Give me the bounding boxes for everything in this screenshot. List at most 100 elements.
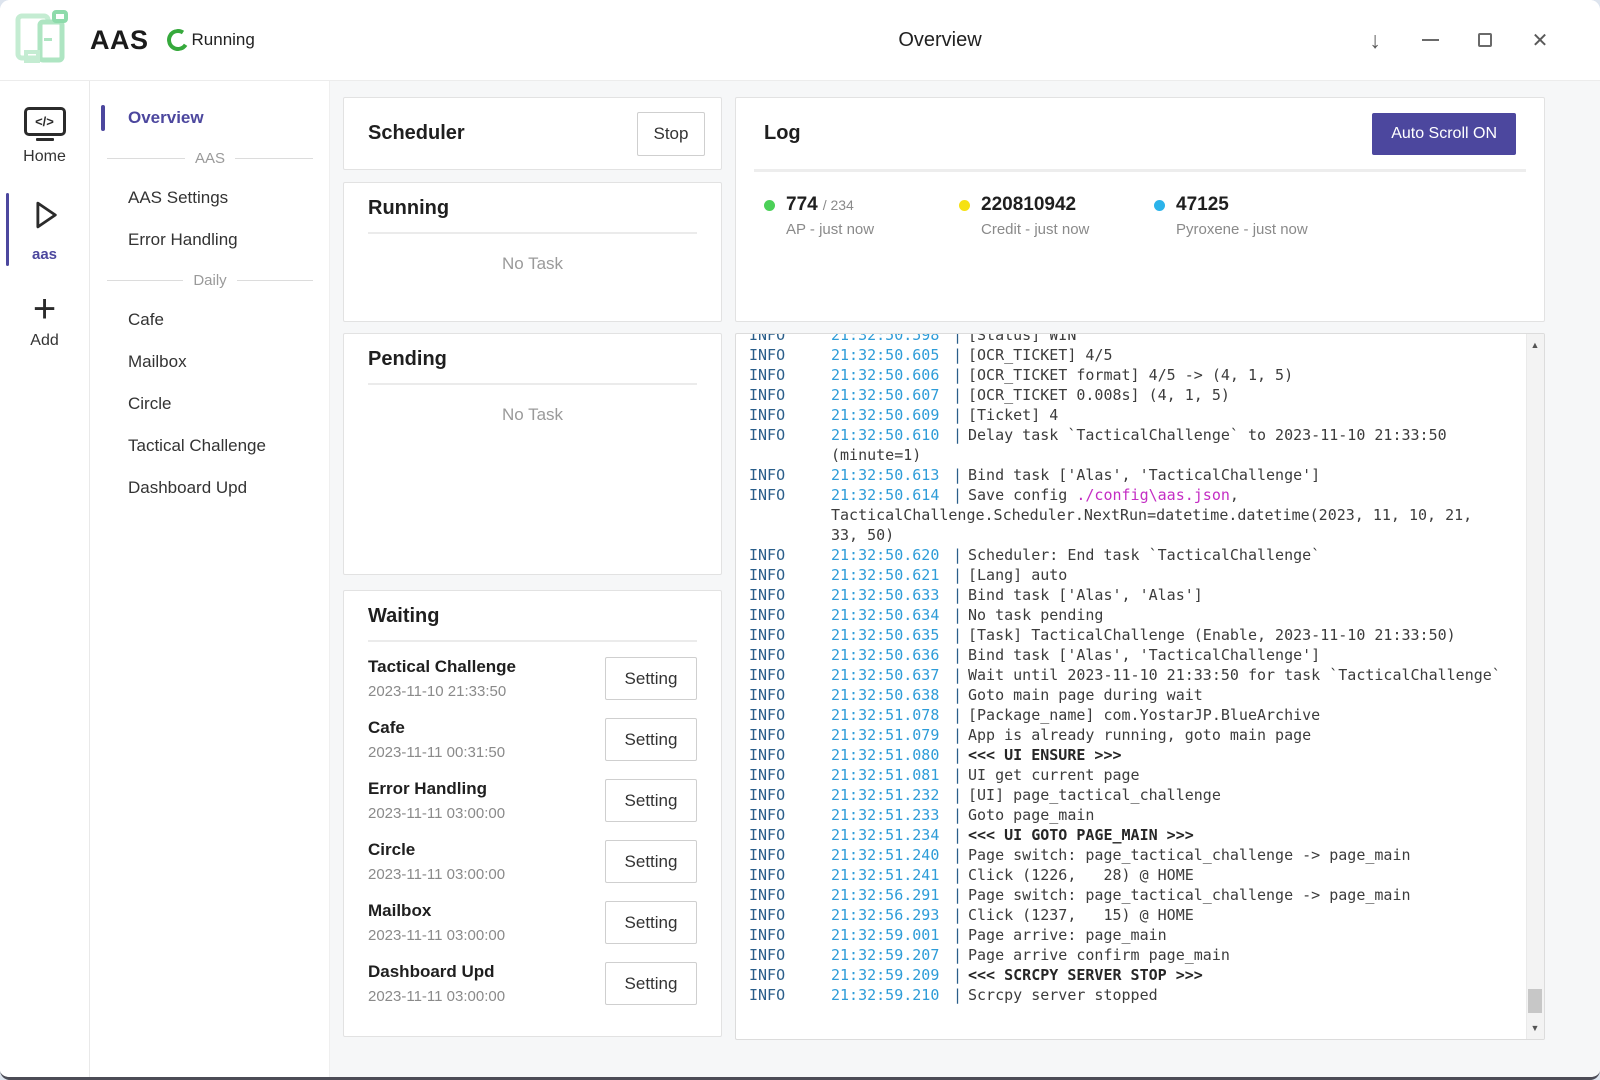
sidebar-item-cafe[interactable]: Cafe	[91, 299, 329, 341]
sidebar-item-tactical-challenge[interactable]: Tactical Challenge	[91, 425, 329, 467]
brand: AAS Running	[0, 8, 255, 72]
setting-button[interactable]: Setting	[605, 779, 697, 822]
task-info: Circle 2023-11-11 03:00:00	[368, 840, 505, 883]
log-level: INFO	[749, 885, 831, 905]
log-separator: |	[953, 745, 968, 765]
log-line: INFO21:32:51.241|Click (1226, 28) @ HOME	[749, 865, 1522, 885]
dashboard-stats: 774/ 234AP - just now220810942Credit - j…	[764, 194, 1516, 238]
log-time: 21:32:50.598	[831, 333, 953, 345]
log-level: INFO	[749, 925, 831, 945]
log-message: No task pending	[968, 605, 1103, 625]
log-scrollbar[interactable]: ▲ ▼	[1526, 334, 1544, 1039]
log-time: 21:32:50.613	[831, 465, 953, 485]
log-message: Click (1237, 15) @ HOME	[968, 905, 1194, 925]
log-level: INFO	[749, 865, 831, 885]
rail-item-home[interactable]: </>Home	[0, 101, 89, 172]
app-status: Running	[192, 30, 255, 50]
left-rail: </>Home aas +Add	[0, 81, 90, 1077]
log-header-card: Log Auto Scroll ON 774/ 234AP - just now…	[735, 97, 1545, 322]
log-time: 21:32:59.210	[831, 985, 953, 1005]
task-name: Dashboard Upd	[368, 962, 505, 982]
log-level: INFO	[749, 945, 831, 965]
log-time: 21:32:51.234	[831, 825, 953, 845]
log-message: Page switch: page_tactical_challenge -> …	[968, 885, 1411, 905]
log-level: INFO	[749, 705, 831, 725]
setting-button[interactable]: Setting	[605, 840, 697, 883]
setting-button[interactable]: Setting	[605, 901, 697, 944]
divider-line	[107, 158, 185, 159]
minimize-button[interactable]	[1410, 0, 1450, 80]
sidebar-item-dashboard-upd[interactable]: Dashboard Upd	[91, 467, 329, 509]
app-window: AAS Running Overview ↓✕ </>Homeaas+Add O…	[0, 0, 1600, 1080]
log-time: 21:32:50.620	[831, 545, 953, 565]
task-info: Error Handling2023-11-11 03:00:00	[368, 779, 505, 822]
log-line: INFO21:32:50.607|[OCR_TICKET 0.008s] (4,…	[749, 385, 1522, 405]
task-name: Circle	[368, 840, 505, 860]
setting-button[interactable]: Setting	[605, 718, 697, 761]
rail-item-add[interactable]: +Add	[0, 287, 89, 356]
sidebar-item-overview[interactable]: Overview	[91, 97, 329, 139]
log-message: [Package_name] com.YostarJP.BlueArchive	[968, 705, 1320, 725]
hide-button[interactable]: ↓	[1355, 0, 1395, 80]
rail-item-aas[interactable]: aas	[0, 190, 89, 269]
stat-value-row: 47125	[1176, 194, 1308, 216]
log-line: INFO21:32:50.605|[OCR_TICKET] 4/5	[749, 345, 1522, 365]
log-line: INFO21:32:50.635|[Task] TacticalChalleng…	[749, 625, 1522, 645]
log-level: INFO	[749, 645, 831, 665]
log-separator: |	[953, 845, 968, 865]
auto-scroll-button[interactable]: Auto Scroll ON	[1372, 113, 1516, 155]
log-line-continuation: 33, 50)	[749, 525, 1522, 545]
log-message: Goto main page during wait	[968, 685, 1203, 705]
log-time: 21:32:50.633	[831, 585, 953, 605]
stat-value: 47125	[1176, 194, 1229, 215]
task-next-run: 2023-11-11 03:00:00	[368, 866, 505, 883]
log-message: Save config ./config\aas.json,	[968, 485, 1239, 505]
task-info: Dashboard Upd 2023-11-11 03:00:00	[368, 962, 505, 1005]
log-time: 21:32:51.079	[831, 725, 953, 745]
log-time: 21:32:50.605	[831, 345, 953, 365]
code-monitor-icon: </>	[24, 107, 66, 136]
stat-value-row: 774/ 234	[786, 194, 874, 216]
log-message: App is already running, goto main page	[968, 725, 1311, 745]
log-separator: |	[953, 365, 968, 385]
log-message: Goto page_main	[968, 805, 1094, 825]
log-separator: |	[953, 765, 968, 785]
log-time: 21:32:50.634	[831, 605, 953, 625]
task-next-run: 2023-11-11 03:00:00	[368, 988, 505, 1005]
log-line: INFO21:32:59.001|Page arrive: page_main	[749, 925, 1522, 945]
log-line: INFO21:32:56.291|Page switch: page_tacti…	[749, 885, 1522, 905]
log-time: 21:32:51.233	[831, 805, 953, 825]
close-button[interactable]: ✕	[1520, 0, 1560, 80]
log-line-continuation: TacticalChallenge.Scheduler.NextRun=date…	[749, 505, 1522, 525]
log-line: INFO21:32:51.240|Page switch: page_tacti…	[749, 845, 1522, 865]
scroll-down-icon[interactable]: ▼	[1527, 1023, 1543, 1033]
log-message: [UI] page_tactical_challenge	[968, 785, 1221, 805]
log-message: <<< UI ENSURE >>>	[968, 745, 1122, 765]
log-time: 21:32:51.240	[831, 845, 953, 865]
maximize-icon	[1478, 33, 1492, 47]
log-message: [OCR_TICKET] 4/5	[968, 345, 1113, 365]
scroll-up-icon[interactable]: ▲	[1527, 340, 1543, 350]
sidebar-item-aas-settings[interactable]: AAS Settings	[91, 177, 329, 219]
stop-button[interactable]: Stop	[637, 112, 705, 156]
log-line: INFO21:32:50.613|Bind task ['Alas', 'Tac…	[749, 465, 1522, 485]
log-separator: |	[953, 905, 968, 925]
ap-dot-icon	[764, 200, 775, 211]
waiting-task-row: Mailbox2023-11-11 03:00:00Setting	[368, 892, 697, 953]
sidebar-item-error-handling[interactable]: Error Handling	[91, 219, 329, 261]
log-separator: |	[953, 645, 968, 665]
setting-button[interactable]: Setting	[605, 962, 697, 1005]
task-next-run: 2023-11-11 03:00:00	[368, 805, 505, 822]
log-time: 21:32:50.609	[831, 405, 953, 425]
maximize-button[interactable]	[1465, 0, 1505, 80]
app-name: AAS	[90, 25, 149, 56]
log-line: INFO21:32:50.606|[OCR_TICKET format] 4/5…	[749, 365, 1522, 385]
log-line: INFO21:32:51.081|UI get current page	[749, 765, 1522, 785]
log-message: Delay task `TacticalChallenge` to 2023-1…	[968, 425, 1447, 445]
scroll-thumb[interactable]	[1528, 989, 1542, 1013]
log-title: Log	[764, 122, 801, 145]
sidebar-item-mailbox[interactable]: Mailbox	[91, 341, 329, 383]
task-name: Tactical Challenge	[368, 657, 516, 677]
sidebar-item-circle[interactable]: Circle	[91, 383, 329, 425]
setting-button[interactable]: Setting	[605, 657, 697, 700]
